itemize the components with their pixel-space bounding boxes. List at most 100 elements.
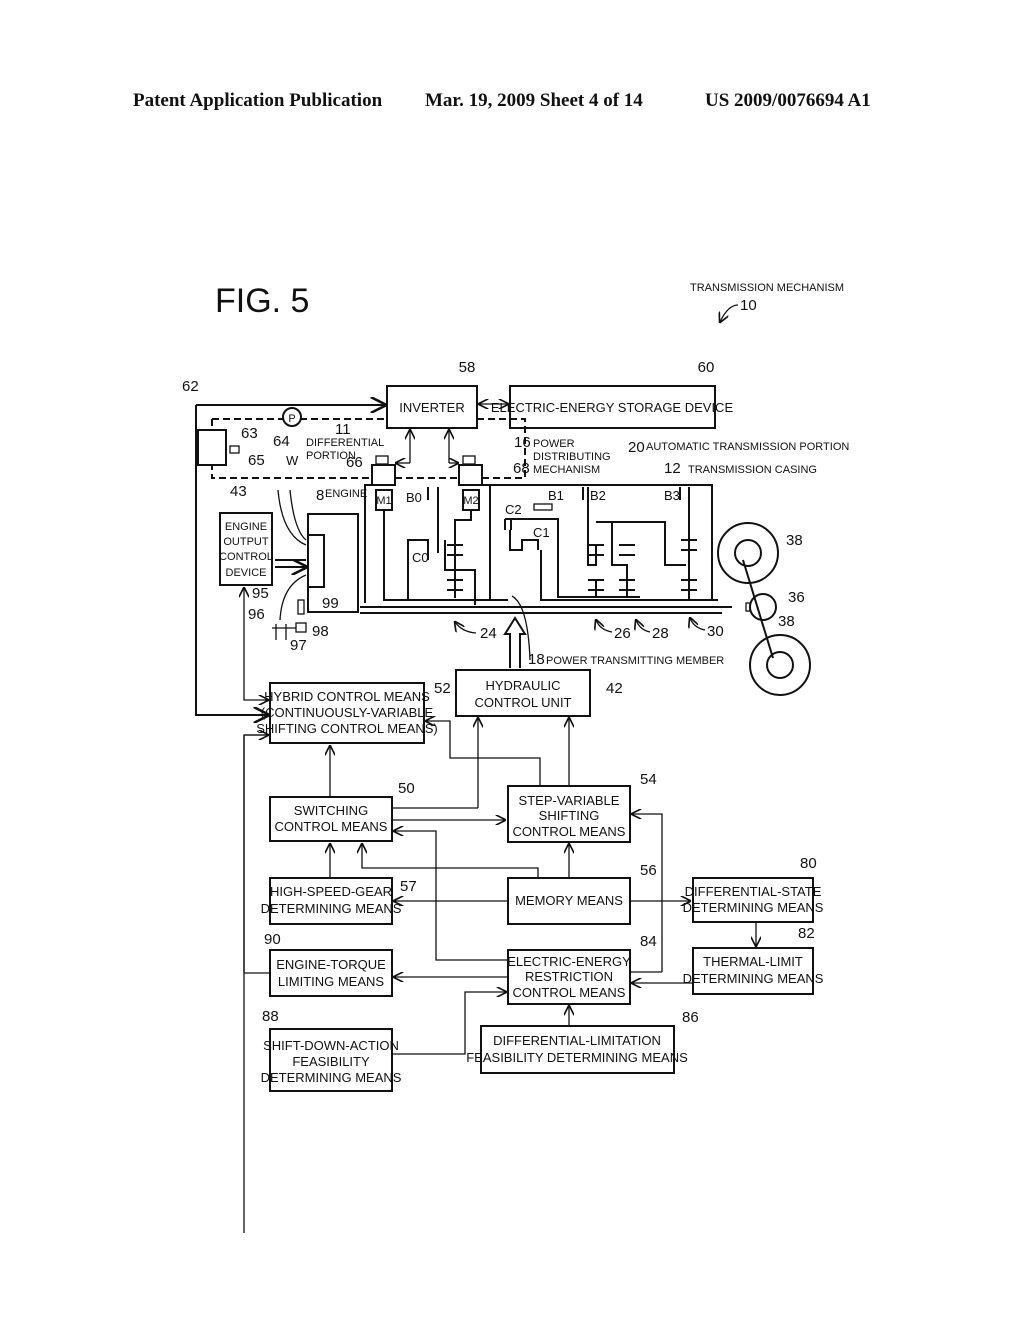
svg-text:SHIFT-DOWN-ACTION: SHIFT-DOWN-ACTION [263, 1038, 399, 1053]
differential-limitation-block: DIFFERENTIAL-LIMITATION FEASIBILITY DETE… [466, 1009, 699, 1074]
svg-text:54: 54 [640, 771, 657, 788]
svg-text:50: 50 [398, 780, 415, 797]
svg-text:11: 11 [335, 421, 351, 438]
shift-down-block: SHIFT-DOWN-ACTION FEASIBILITY DETERMININ… [261, 1008, 402, 1092]
electric-energy-restriction-block: ELECTRIC-ENERGY RESTRICTION CONTROL MEAN… [507, 933, 657, 1005]
svg-text:CONTROL MEANS: CONTROL MEANS [513, 824, 626, 839]
svg-text:FEASIBILITY: FEASIBILITY [292, 1054, 370, 1069]
svg-text:SHIFTING CONTROL MEANS): SHIFTING CONTROL MEANS) [256, 721, 438, 736]
svg-text:66: 66 [346, 454, 363, 471]
switching-control-block: SWITCHING CONTROL MEANS 50 [269, 780, 415, 842]
svg-text:M2: M2 [463, 495, 478, 507]
hydraulic-arrow [503, 616, 527, 668]
svg-text:ENGINE-TORQUE: ENGINE-TORQUE [276, 957, 386, 972]
svg-text:ELECTRIC-ENERGY STORAGE DEVICE: ELECTRIC-ENERGY STORAGE DEVICE [491, 400, 734, 415]
svg-text:56: 56 [640, 862, 657, 879]
svg-text:DETERMINING MEANS: DETERMINING MEANS [683, 971, 824, 986]
mechanism-ref: 10 [740, 297, 757, 314]
svg-text:43: 43 [230, 483, 247, 500]
svg-text:P: P [288, 413, 295, 425]
inverter-ref: 58 [459, 359, 476, 376]
memory-block: MEMORY MEANS 56 [507, 862, 657, 925]
svg-text:HIGH-SPEED-GEAR: HIGH-SPEED-GEAR [270, 884, 392, 899]
svg-text:C1: C1 [533, 525, 550, 540]
sensor-68 [462, 455, 476, 465]
svg-text:97: 97 [290, 637, 307, 654]
differential-state-block: DIFFERENTIAL-STATE DETERMINING MEANS 80 [683, 855, 824, 923]
svg-text:HYBRID CONTROL MEANS: HYBRID CONTROL MEANS [264, 689, 430, 704]
svg-text:DIFFERENTIAL: DIFFERENTIAL [306, 437, 384, 449]
svg-text:52: 52 [434, 680, 451, 697]
svg-text:B1: B1 [548, 488, 564, 503]
svg-text:24: 24 [480, 625, 497, 642]
svg-text:30: 30 [707, 623, 724, 640]
sensor-97 [295, 622, 307, 633]
storage-ref: 60 [698, 359, 715, 376]
svg-text:16: 16 [514, 434, 531, 451]
svg-text:28: 28 [652, 625, 669, 642]
engine-output-control-block: ENGINE OUTPUT CONTROL DEVICE 43 [219, 483, 273, 586]
svg-text:ENGINE: ENGINE [325, 488, 367, 500]
storage-block: ELECTRIC-ENERGY STORAGE DEVICE 60 [491, 359, 734, 429]
svg-text:98: 98 [312, 623, 329, 640]
svg-text:38: 38 [786, 532, 803, 549]
svg-text:65: 65 [248, 452, 265, 469]
svg-text:DETERMINING MEANS: DETERMINING MEANS [261, 901, 402, 916]
svg-text:8: 8 [316, 487, 324, 504]
high-speed-gear-block: HIGH-SPEED-GEAR DETERMINING MEANS 57 [261, 877, 417, 925]
svg-text:42: 42 [606, 680, 623, 697]
svg-text:26: 26 [614, 625, 631, 642]
svg-text:DIFFERENTIAL-STATE: DIFFERENTIAL-STATE [685, 884, 822, 899]
mechanism-label: TRANSMISSION MECHANISM [690, 282, 844, 294]
svg-text:95: 95 [252, 585, 269, 602]
svg-text:LIMITING MEANS: LIMITING MEANS [278, 974, 385, 989]
svg-text:MEMORY MEANS: MEMORY MEANS [515, 893, 623, 908]
svg-text:68: 68 [513, 460, 530, 477]
svg-text:82: 82 [798, 925, 815, 942]
engine-torque-block: ENGINE-TORQUE LIMITING MEANS 90 [264, 931, 393, 997]
figure-title: FIG. 5 [215, 282, 309, 320]
engine-block: 8 ENGINE [307, 487, 367, 613]
svg-text:DETERMINING MEANS: DETERMINING MEANS [261, 1070, 402, 1085]
svg-text:84: 84 [640, 933, 657, 950]
sensor-98 [297, 599, 305, 615]
svg-text:96: 96 [248, 606, 265, 623]
svg-text:C2: C2 [505, 502, 522, 517]
component-63 [197, 429, 227, 466]
svg-text:90: 90 [264, 931, 281, 948]
component-65 [229, 445, 240, 454]
svg-text:W: W [286, 453, 299, 468]
svg-text:C0: C0 [412, 550, 429, 565]
ref-62: 62 [182, 378, 199, 395]
svg-text:80: 80 [800, 855, 817, 872]
svg-text:B3: B3 [664, 488, 680, 503]
svg-text:DETERMINING MEANS: DETERMINING MEANS [683, 900, 824, 915]
svg-text:RESTRICTION: RESTRICTION [525, 969, 613, 984]
svg-text:86: 86 [682, 1009, 699, 1026]
svg-text:OUTPUT: OUTPUT [223, 536, 269, 548]
thermal-limit-block: THERMAL-LIMIT DETERMINING MEANS 82 [683, 925, 824, 995]
hybrid-control-block: HYBRID CONTROL MEANS (CONTINUOUSLY-VARIA… [256, 680, 451, 744]
svg-text:DIFFERENTIAL-LIMITATION: DIFFERENTIAL-LIMITATION [493, 1033, 661, 1048]
svg-text:DEVICE: DEVICE [226, 567, 267, 579]
svg-text:36: 36 [788, 589, 805, 606]
svg-text:B2: B2 [590, 488, 606, 503]
svg-text:20: 20 [628, 439, 645, 456]
step-variable-block: STEP-VARIABLE SHIFTING CONTROL MEANS 54 [507, 771, 657, 843]
svg-text:POWER TRANSMITTING MEMBER: POWER TRANSMITTING MEMBER [546, 655, 724, 667]
svg-text:ELECTRIC-ENERGY: ELECTRIC-ENERGY [507, 954, 631, 969]
svg-text:(CONTINUOUSLY-VARIABLE: (CONTINUOUSLY-VARIABLE [261, 705, 434, 720]
svg-text:FEASIBILITY DETERMINING MEANS: FEASIBILITY DETERMINING MEANS [466, 1050, 688, 1065]
svg-text:THERMAL-LIMIT: THERMAL-LIMIT [703, 954, 803, 969]
svg-text:INVERTER: INVERTER [399, 400, 465, 415]
svg-text:57: 57 [400, 878, 417, 895]
svg-text:SWITCHING: SWITCHING [294, 803, 368, 818]
svg-text:CONTROL MEANS: CONTROL MEANS [275, 819, 388, 834]
patent-diagram: FIG. 5 TRANSMISSION MECHANISM 10 INVERTE… [182, 282, 849, 1233]
inverter-block: INVERTER 58 [386, 359, 478, 429]
svg-text:TRANSMISSION CASING: TRANSMISSION CASING [688, 464, 817, 476]
svg-text:POWER: POWER [533, 438, 575, 450]
mechanism-pointer [720, 304, 739, 322]
svg-text:99: 99 [322, 595, 339, 612]
svg-text:12: 12 [664, 460, 681, 477]
